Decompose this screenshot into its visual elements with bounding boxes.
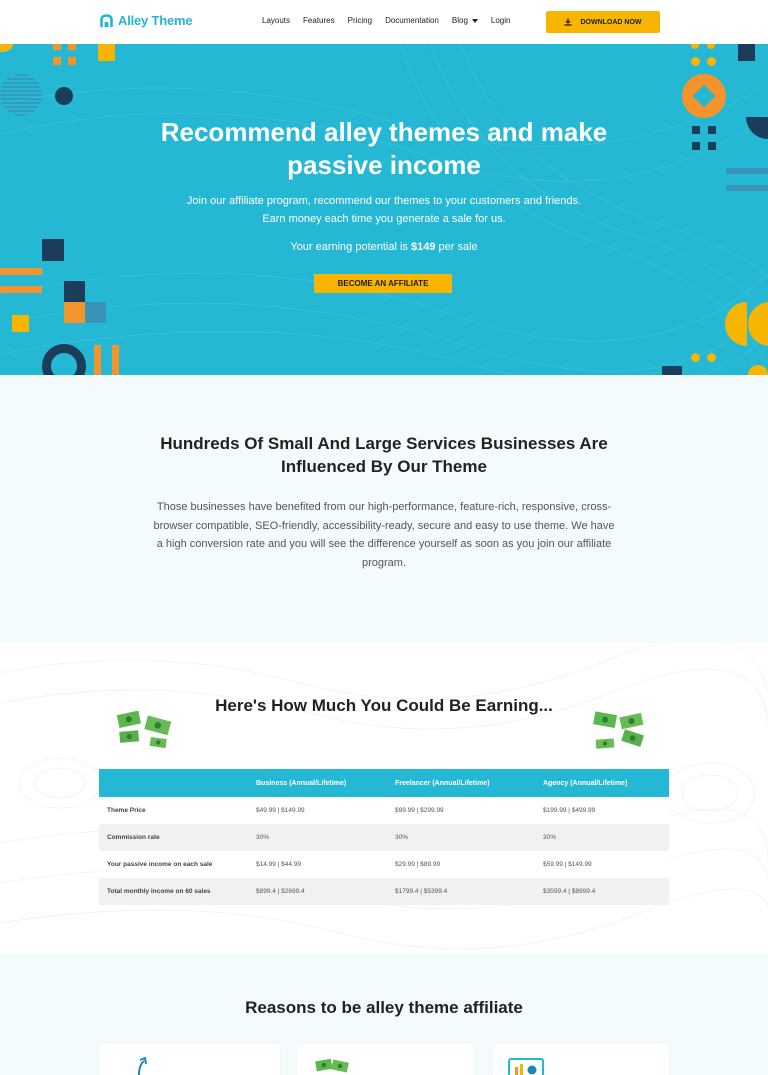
become-affiliate-button[interactable]: BECOME AN AFFILIATE (314, 274, 452, 293)
table-header-cell: Business (Annual/Lifetime) (256, 779, 347, 787)
earning-potential: Your earning potential is $149 per sale (0, 241, 768, 253)
hero-title-line1: Recommend alley themes and make (160, 117, 608, 147)
table-cell: 30% (256, 834, 270, 841)
table-cell: Total monthly income on 60 sales (107, 888, 211, 895)
table-cell: $199.99 | $499.99 (543, 807, 596, 814)
analytics-icon (508, 1058, 544, 1075)
hero-subtitle: Join our affiliate program, recommend ou… (0, 192, 768, 228)
nav-item-layouts[interactable]: Layouts (262, 16, 290, 25)
table-cell: $59.99 | $149.99 (543, 861, 592, 868)
table-cell: $14.99 | $44.99 (256, 861, 302, 868)
table-cell: Commission rate (107, 834, 160, 841)
table-row: Commission rate 30% 30% 30% (99, 824, 669, 851)
decor-bar-orange (94, 345, 101, 375)
decor-square-orange (53, 57, 61, 65)
hero-subtitle-line1: Join our affiliate program, recommend ou… (186, 195, 582, 207)
decor-square-steel (85, 302, 106, 323)
logo-text: Alley Theme (118, 13, 193, 28)
nav-item-blog-label: Blog (451, 16, 468, 25)
download-now-button[interactable]: DOWNLOAD NOW (546, 11, 660, 33)
table-cell: 30% (543, 834, 557, 841)
hero-section: Recommend alley themes and make passive … (0, 44, 768, 375)
influence-title-line2: Influenced By Our Theme (281, 457, 487, 476)
money-icon (593, 711, 644, 749)
main-nav: Layouts Features Pricing Documentation B… (262, 16, 510, 25)
nav-item-pricing[interactable]: Pricing (348, 16, 372, 25)
table-header: Business (Annual/Lifetime) Freelancer (A… (99, 769, 669, 797)
decor-dot-navy (55, 87, 73, 105)
decor-bar-orange (112, 345, 119, 375)
earning-suffix: per sale (435, 241, 478, 253)
decor-dot-yellow (707, 57, 716, 66)
table-cell: $99.99 | $299.99 (395, 807, 444, 814)
site-header: Alley Theme Layouts Features Pricing Doc… (0, 0, 768, 44)
table-row: Your passive income on each sale $14.99 … (99, 851, 669, 878)
hero-title-line2: passive income (287, 150, 481, 180)
nav-item-documentation[interactable]: Documentation (385, 16, 439, 25)
nav-item-features[interactable]: Features (303, 16, 335, 25)
decor-dot-yellow (691, 353, 700, 362)
reasons-title: Reasons to be alley theme affiliate (245, 998, 523, 1017)
decor-square-navy (64, 281, 85, 302)
table-cell: $29.99 | $89.99 (395, 861, 441, 868)
table-header-cell: Agency (Annual/Lifetime) (543, 779, 628, 787)
table-cell: $49.99 | $149.99 (256, 807, 305, 814)
table-cell: Your passive income on each sale (107, 861, 213, 868)
money-icon (116, 710, 172, 749)
reason-card (297, 1044, 474, 1075)
influence-title-line1: Hundreds Of Small And Large Services Bus… (160, 434, 608, 453)
reason-card (493, 1044, 669, 1075)
decor-square-orange (68, 44, 76, 50)
influence-body: Those businesses have benefited from our… (153, 501, 615, 569)
hero-title: Recommend alley themes and make passive … (0, 116, 768, 182)
decor-dot-yellow (707, 353, 716, 362)
decor-bar-orange (0, 268, 42, 275)
table-cell: $3599.4 | $8999.4 (543, 888, 596, 895)
table-cell: $899.4 | $2699.4 (256, 888, 305, 895)
earning-amount: $149 (411, 241, 436, 253)
reasons-section: Reasons to be alley theme affiliate (0, 953, 768, 1075)
decor-square-navy (662, 366, 682, 375)
site-logo[interactable]: Alley Theme (100, 13, 193, 28)
nav-item-login[interactable]: Login (491, 16, 511, 25)
influence-section: Hundreds Of Small And Large Services Bus… (0, 375, 768, 643)
table-header-cell: Freelancer (Annual/Lifetime) (395, 779, 490, 787)
earnings-section: Here's How Much You Could Be Earning... … (0, 643, 768, 953)
table-row: Theme Price $49.99 | $149.99 $99.99 | $2… (99, 797, 669, 824)
decor-square-orange (68, 57, 76, 65)
influence-title: Hundreds Of Small And Large Services Bus… (0, 432, 768, 478)
reason-card (99, 1044, 280, 1075)
decor-square-navy (738, 44, 755, 61)
download-now-label: DOWNLOAD NOW (580, 18, 642, 26)
table-cell: Theme Price (107, 807, 146, 814)
decor-circle-dots (0, 74, 42, 116)
decor-bar-orange (0, 286, 42, 293)
hero-subtitle-line2: Earn money each time you generate a sale… (262, 213, 506, 225)
decor-square-yellow (12, 315, 29, 332)
table-cell: 30% (395, 834, 409, 841)
decor-square-orange (64, 302, 85, 323)
decor-square-orange (53, 44, 61, 50)
download-icon (564, 18, 572, 26)
decor-dot-yellow (691, 57, 700, 66)
decor-bar-steel (726, 185, 768, 191)
earnings-table: Business (Annual/Lifetime) Freelancer (A… (99, 769, 669, 905)
arrow-up-icon (138, 1057, 147, 1075)
logo-icon (100, 13, 113, 27)
table-row: Total monthly income on 60 sales $899.4 … (99, 878, 669, 905)
money-icon (315, 1058, 349, 1073)
nav-item-blog[interactable]: Blog (452, 16, 478, 25)
table-cell: $1799.4 | $5399.4 (395, 888, 448, 895)
decor-square-yellow (98, 44, 115, 61)
chevron-down-icon (471, 18, 478, 23)
earning-prefix: Your earning potential is (290, 241, 411, 253)
